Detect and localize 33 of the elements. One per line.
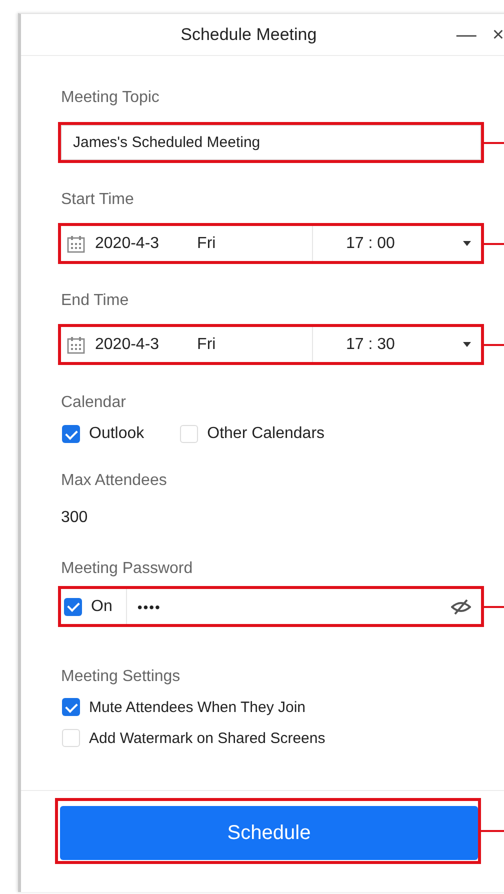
calendar-icon[interactable] (67, 234, 85, 252)
calendar-icon[interactable] (67, 336, 85, 354)
checkbox-label: Outlook (89, 425, 144, 443)
field-label: Calendar (61, 393, 127, 413)
eye-slash-icon[interactable] (451, 598, 471, 614)
time-dropdown[interactable]: 17 : 30 (334, 336, 481, 354)
attendee-count: 300 (61, 509, 89, 527)
schedule-button[interactable]: Schedule (60, 806, 478, 860)
minimize-button[interactable]: — (456, 24, 476, 44)
field-label: Meeting Password (61, 559, 194, 579)
field-label: Meeting Settings (61, 667, 182, 687)
window-title: Schedule Meeting (180, 24, 318, 44)
password-field[interactable]: •••• (127, 589, 481, 624)
field-label: Meeting Topic (61, 88, 160, 108)
date-field[interactable]: 2020-4-3 Fri (61, 327, 313, 362)
checkbox[interactable] (62, 729, 80, 747)
checkbox-label: Add Watermark on Shared Screens (89, 730, 326, 746)
checkbox[interactable] (62, 425, 80, 443)
field-label: Start Time (61, 190, 135, 210)
checkbox[interactable] (180, 425, 198, 443)
field-label: Max Attendees (61, 471, 168, 491)
checkbox[interactable] (64, 598, 82, 616)
checkbox-label: On (91, 598, 112, 616)
topic-field[interactable]: James's Scheduled Meeting (61, 125, 481, 160)
checkbox[interactable] (62, 698, 80, 716)
time-dropdown[interactable]: 17 : 00 (334, 234, 481, 252)
caret-icon[interactable] (463, 240, 471, 246)
checkbox-label: Other Calendars (207, 425, 325, 443)
checkbox-label: Mute Attendees When They Join (89, 698, 306, 716)
close-button[interactable]: × (492, 24, 504, 44)
field-label: End Time (61, 291, 130, 311)
date-field[interactable]: 2020-4-3 Fri (61, 226, 313, 261)
caret-icon[interactable] (463, 342, 471, 348)
